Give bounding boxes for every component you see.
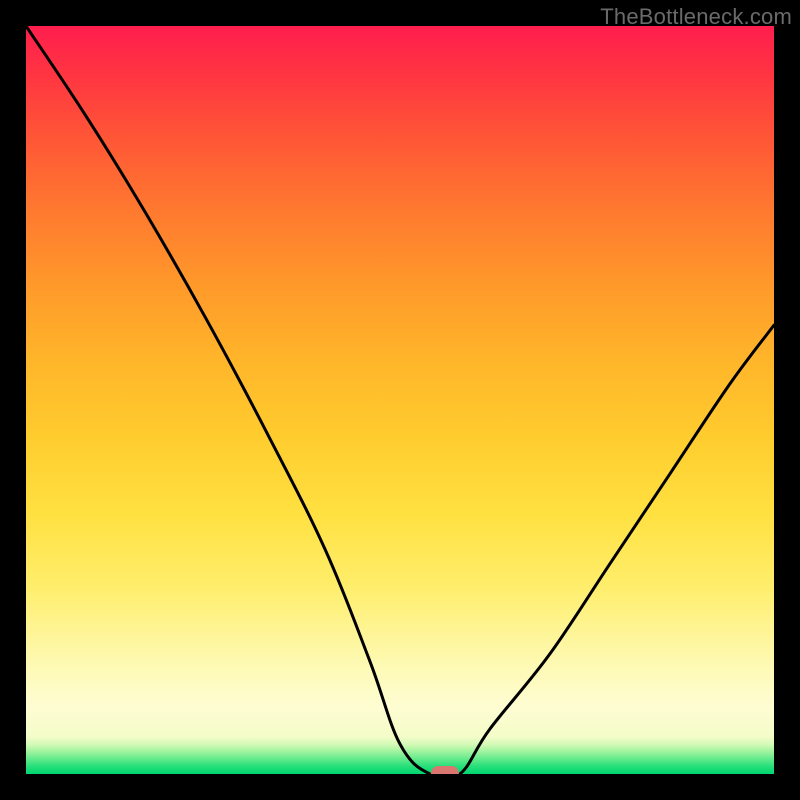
plot-area [26,26,774,774]
bottleneck-chart [26,26,774,774]
chart-container: TheBottleneck.com [0,0,800,800]
watermark-text: TheBottleneck.com [600,4,792,30]
